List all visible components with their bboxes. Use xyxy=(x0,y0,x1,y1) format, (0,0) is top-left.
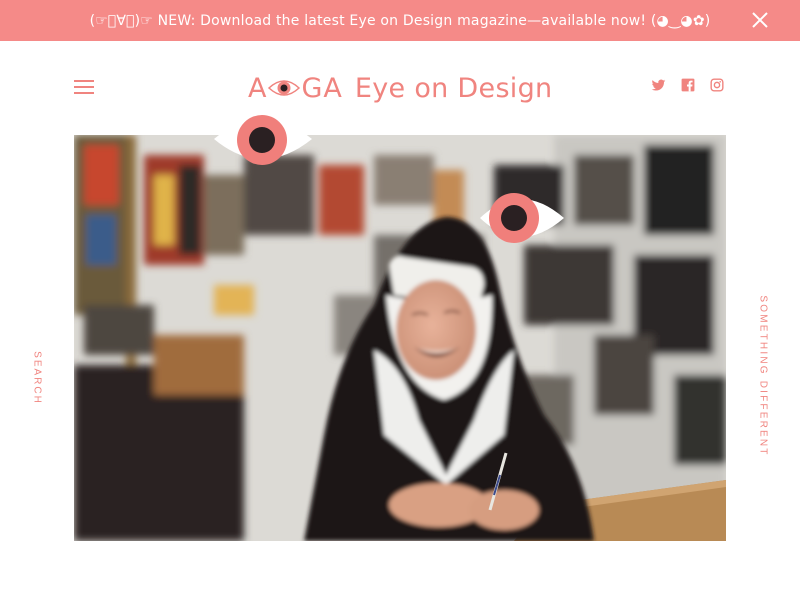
announcement-text[interactable]: (☞ﾟ∀ﾟ)☞ NEW: Download the latest Eye on … xyxy=(90,13,711,29)
logo-eye-icon xyxy=(268,80,301,96)
announcement-banner[interactable]: (☞ﾟ∀ﾟ)☞ NEW: Download the latest Eye on … xyxy=(0,0,800,41)
eye-illustration-icon xyxy=(214,115,312,165)
close-icon[interactable] xyxy=(750,10,770,30)
logo-title: Eye on Design xyxy=(354,72,553,104)
logo-letter-a: A xyxy=(248,72,268,104)
twitter-icon[interactable] xyxy=(651,78,666,93)
eye-illustration-icon-2 xyxy=(480,193,564,243)
search-link[interactable]: SEARCH xyxy=(32,351,43,405)
site-header: A GA Eye on Design xyxy=(0,41,800,135)
facebook-icon[interactable] xyxy=(681,78,696,93)
aiga-logo: A GA xyxy=(248,73,343,104)
hamburger-menu-icon[interactable] xyxy=(74,79,94,95)
logo-letters-ga: GA xyxy=(301,72,343,104)
site-logo[interactable]: A GA Eye on Design xyxy=(248,71,552,105)
hero-image[interactable] xyxy=(74,135,726,541)
instagram-icon[interactable] xyxy=(710,78,725,93)
something-different-link[interactable]: SOMETHING DIFFERENT xyxy=(758,295,769,456)
